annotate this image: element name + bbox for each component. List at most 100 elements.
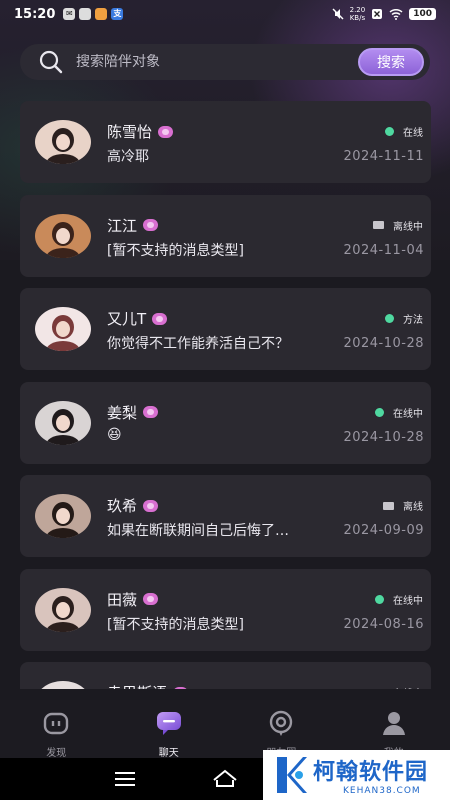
vip-badge-icon — [143, 499, 159, 512]
online-dot-icon — [385, 314, 394, 323]
chat-name: 田薇 — [107, 589, 159, 610]
vip-badge-icon — [158, 125, 174, 138]
chat-name-text: 田薇 — [107, 590, 138, 609]
chat-last-message: 如果在断联期间自己后悔了… — [107, 523, 289, 539]
online-dot-icon — [375, 407, 384, 417]
offline-icon — [373, 221, 384, 229]
tab-discover[interactable]: 发现 — [0, 700, 113, 759]
chat-name-text: 幸思斯语 — [107, 682, 167, 689]
chat-name: 幸思斯语 — [107, 682, 189, 689]
chat-last-message: 😆 — [107, 426, 122, 443]
kehan-logo-icon — [277, 757, 307, 793]
chat-status: 在线中 — [373, 685, 423, 689]
chat-status: 离线 — [383, 498, 423, 513]
chat-name: 又儿T — [107, 308, 168, 329]
vip-badge-icon — [143, 593, 159, 605]
online-dot-icon — [375, 594, 384, 604]
chat-list-item[interactable]: 又儿T 你觉得不工作能养活自己不？ 方法 2024-10-28 — [20, 288, 431, 370]
moments-icon — [266, 708, 296, 742]
status-bar: 15:20 ✉ 支 2.20 KB/s 100 — [0, 0, 450, 28]
chat-name-text: 玖希 — [107, 497, 138, 515]
sim-off-icon — [372, 9, 383, 19]
watermark-title: 柯翰软件园 — [313, 760, 429, 785]
profile-icon — [379, 708, 409, 742]
mute-icon — [332, 8, 344, 20]
chat-status-text: 在线中 — [393, 408, 423, 420]
chat-list-item[interactable]: 姜梨 😆 在线中 2024-10-28 — [20, 381, 431, 464]
chat-date: 2024-11-04 — [343, 242, 424, 258]
chat-status: 方法 — [385, 311, 423, 326]
chat-status-text: 在线 — [403, 128, 423, 139]
chat-list: 陈雪怡 高冷耶 在线 2024-11-11 江江 [暂不支持的消息类型] 离线中 — [20, 101, 431, 689]
chat-status-text: 方法 — [403, 315, 423, 326]
chat-name: 陈雪怡 — [107, 121, 174, 142]
tab-chat[interactable]: 聊天 — [113, 700, 226, 759]
chat-status: 在线中 — [375, 592, 423, 607]
discover-icon — [41, 708, 71, 742]
chat-date: 2024-11-11 — [343, 149, 424, 164]
avatar[interactable] — [35, 307, 91, 351]
chat-name-text: 姜梨 — [107, 403, 138, 422]
wifi-icon — [389, 8, 403, 20]
chat-name: 玖希 — [107, 495, 159, 516]
chat-list-item[interactable]: 陈雪怡 高冷耶 在线 2024-11-11 — [20, 101, 431, 183]
chat-last-message: [暂不支持的消息类型] — [107, 242, 244, 259]
watermark-text: 柯翰软件园 KEHAN38.COM — [313, 754, 428, 796]
avatar[interactable] — [35, 120, 91, 164]
tab-label: 发现 — [46, 748, 67, 759]
vip-badge-icon — [152, 312, 168, 325]
status-right: 2.20 KB/s 100 — [332, 6, 436, 22]
chat-status-text: 离线中 — [393, 221, 423, 233]
chat-list-item[interactable]: 江江 [暂不支持的消息类型] 离线中 2024-11-04 — [20, 194, 431, 277]
net-speed-value: 2.20 — [349, 6, 366, 14]
chat-date: 2024-10-28 — [343, 336, 424, 351]
status-time: 15:20 — [14, 6, 56, 22]
app-icon — [95, 8, 108, 20]
chat-date: 2024-10-28 — [343, 429, 424, 445]
chat-status: 离线中 — [373, 218, 423, 233]
tab-label: 聊天 — [158, 748, 179, 759]
watermark-subtitle: KEHAN38.COM — [343, 786, 421, 796]
chat-list-item[interactable]: 田薇 [暂不支持的消息类型] 在线中 2024-08-16 — [20, 568, 431, 651]
chat-name: 江江 — [107, 215, 159, 236]
offline-icon — [373, 688, 384, 689]
chat-last-message: [暂不支持的消息类型] — [107, 616, 244, 633]
search-input[interactable] — [76, 54, 336, 70]
net-speed: 2.20 KB/s — [350, 6, 366, 22]
search-bar: 搜索 — [20, 44, 430, 80]
home-icon[interactable] — [212, 768, 238, 788]
search-icon — [39, 50, 63, 74]
vip-badge-icon — [173, 686, 189, 689]
chat-list-item[interactable]: 玖希 如果在断联期间自己后悔了… 离线 2024-09-09 — [20, 475, 431, 557]
chat-name-text: 又儿T — [107, 310, 147, 328]
avatar[interactable] — [35, 587, 91, 632]
chat-last-message: 你觉得不工作能养活自己不？ — [107, 336, 289, 352]
chat-name-text: 江江 — [107, 216, 138, 235]
chat-status: 在线 — [385, 124, 423, 139]
chat-name: 姜梨 — [107, 402, 159, 423]
menu-icon[interactable] — [115, 771, 135, 787]
avatar[interactable] — [35, 400, 91, 445]
net-speed-unit: KB/s — [349, 14, 366, 22]
search-button[interactable]: 搜索 — [358, 48, 424, 76]
avatar[interactable] — [35, 681, 91, 689]
battery-indicator: 100 — [409, 8, 436, 20]
chat-date: 2024-08-16 — [343, 616, 424, 632]
chat-name-text: 陈雪怡 — [107, 123, 153, 141]
alipay-icon: 支 — [111, 8, 124, 20]
online-dot-icon — [385, 127, 394, 136]
chat-status: 在线中 — [375, 405, 423, 420]
avatar[interactable] — [35, 213, 91, 258]
vip-badge-icon — [143, 219, 159, 231]
chat-status-text: 在线中 — [393, 595, 423, 607]
watermark: 柯翰软件园 KEHAN38.COM — [263, 750, 450, 800]
chat-last-message: 高冷耶 — [107, 149, 149, 165]
chat-icon — [154, 708, 184, 742]
chat-date: 2024-09-09 — [343, 523, 424, 538]
chat-list-item[interactable]: 幸思斯语 在线中 — [20, 662, 431, 689]
mail-icon: ✉ — [63, 8, 76, 20]
vip-badge-icon — [143, 406, 159, 418]
app-icon — [79, 8, 92, 20]
chat-status-text: 在线中 — [393, 685, 423, 689]
avatar[interactable] — [35, 494, 91, 538]
